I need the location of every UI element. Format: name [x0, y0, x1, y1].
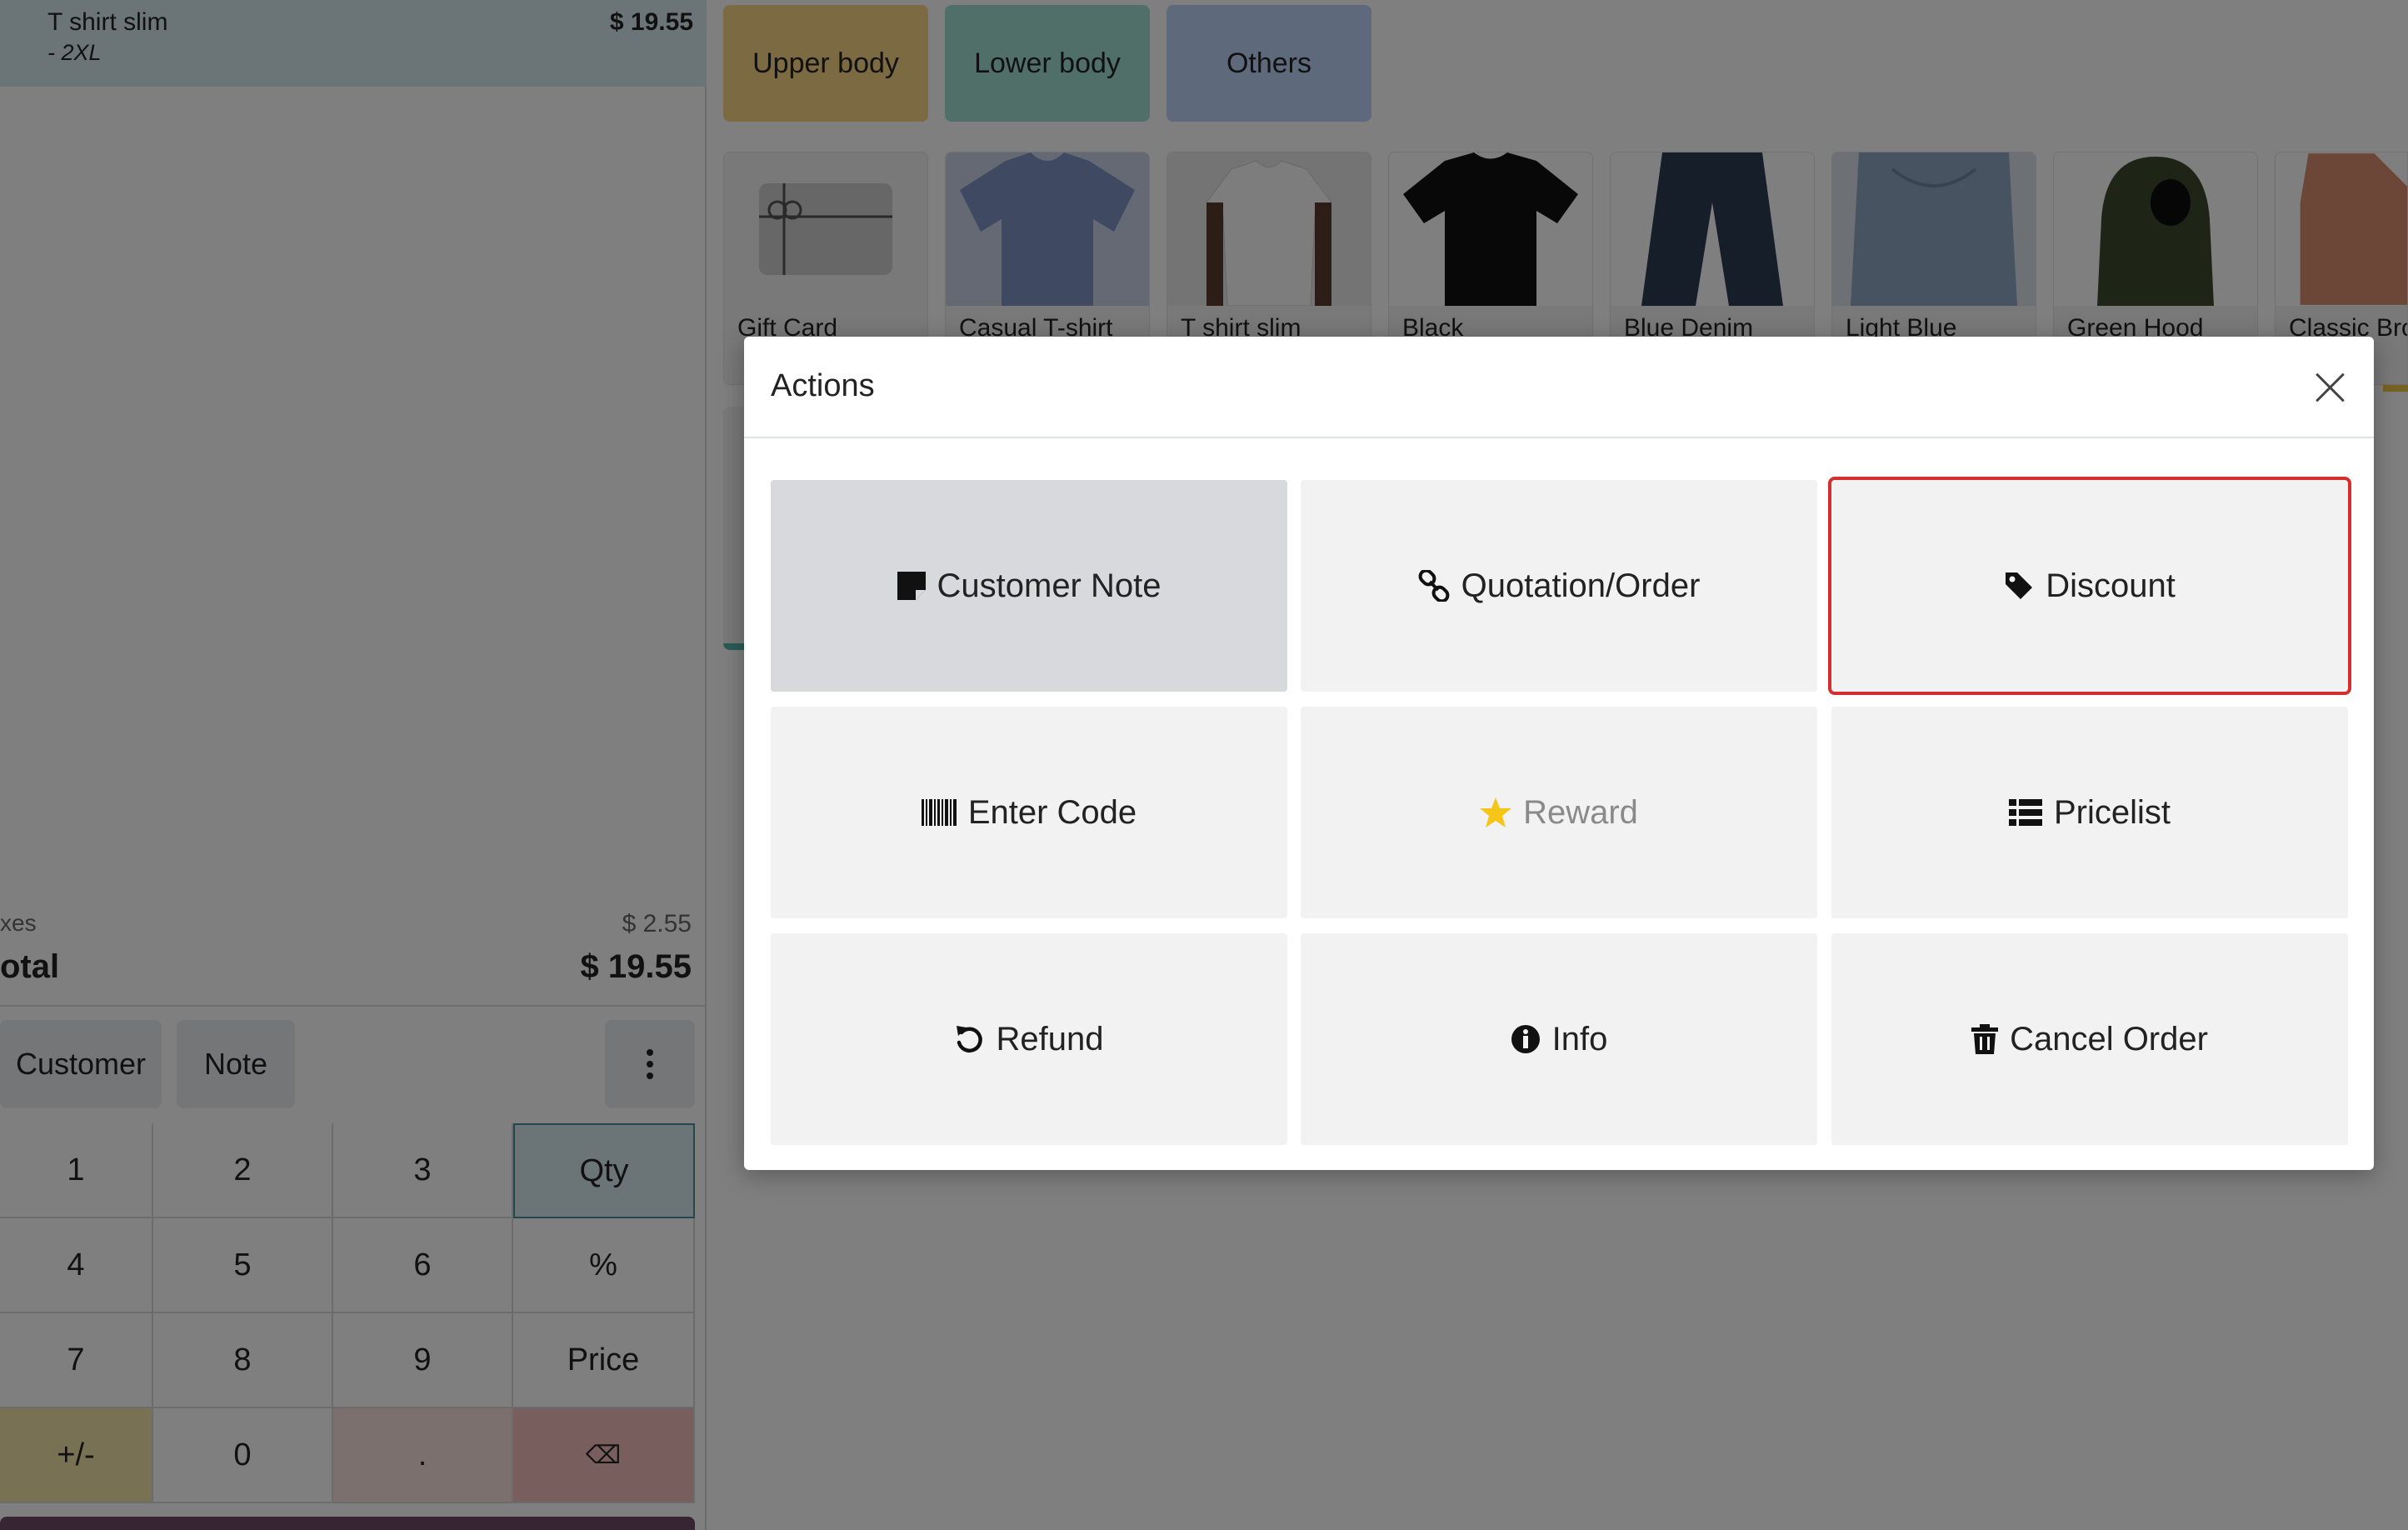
sticky-note-icon — [897, 572, 926, 600]
action-label: Discount — [2046, 567, 2176, 604]
action-label: Pricelist — [2053, 793, 2171, 831]
list-icon — [2008, 799, 2042, 826]
quotation-order-button[interactable]: Quotation/Order — [1301, 480, 1817, 692]
action-label: Customer Note — [937, 567, 1162, 604]
cancel-order-button[interactable]: Cancel Order — [1831, 933, 2348, 1145]
customer-note-button[interactable]: Customer Note — [771, 480, 1287, 692]
star-icon — [1480, 798, 1512, 828]
close-icon[interactable] — [2311, 368, 2349, 407]
discount-button[interactable]: Discount — [1828, 477, 2351, 695]
tag-icon — [2006, 572, 2033, 599]
reward-button[interactable]: Reward — [1301, 707, 1817, 918]
action-label: Reward — [1523, 793, 1638, 831]
action-label: Refund — [996, 1020, 1104, 1058]
action-label: Cancel Order — [2010, 1020, 2208, 1058]
action-label: Info — [1551, 1020, 1608, 1058]
enter-code-button[interactable]: Enter Code — [771, 707, 1287, 918]
dialog-title: Actions — [771, 368, 875, 403]
pos-screen: T shirt slim $ 19.55 - 2XL xes $ 2.55 ot… — [0, 0, 2408, 1530]
undo-icon — [956, 1026, 982, 1052]
refund-button[interactable]: Refund — [771, 933, 1287, 1145]
pricelist-button[interactable]: Pricelist — [1831, 707, 2348, 918]
barcode-icon — [921, 799, 957, 826]
info-button[interactable]: Info — [1301, 933, 1817, 1145]
dialog-header: Actions — [744, 337, 2374, 438]
link-icon — [1418, 570, 1449, 602]
info-circle-icon — [1511, 1025, 1540, 1053]
action-label: Quotation/Order — [1461, 567, 1701, 604]
trash-icon — [1971, 1024, 1999, 1054]
action-label: Enter Code — [967, 793, 1137, 831]
actions-dialog: Actions Customer Note Quotation/Order Di… — [744, 337, 2374, 1170]
